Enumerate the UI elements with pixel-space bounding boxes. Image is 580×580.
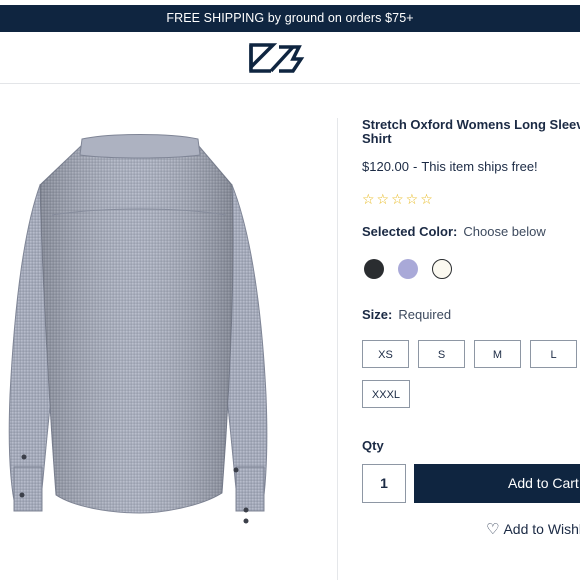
product-image-shirt-back [8, 134, 268, 524]
qty-label: Qty [362, 438, 384, 453]
shipping-note: This item ships free! [421, 159, 538, 174]
color-swatch-lavender[interactable] [398, 259, 418, 279]
size-option-l[interactable]: L [530, 340, 577, 368]
color-swatch-black[interactable] [364, 259, 384, 279]
add-to-cart-button[interactable]: Add to Cart [414, 464, 580, 503]
size-option-xxxl[interactable]: XXXL [362, 380, 410, 408]
price: $120.00 [362, 159, 409, 174]
rating-stars[interactable]: ☆☆☆☆☆ [362, 191, 435, 208]
price-line: $120.00- This item ships free! [362, 159, 538, 174]
size-required: Required [398, 307, 452, 322]
divider [337, 118, 338, 580]
qty-input[interactable]: 1 [362, 464, 406, 503]
color-swatch-white[interactable] [432, 259, 452, 279]
price-separator: - [413, 159, 418, 174]
heart-icon: ♡ [486, 521, 500, 538]
add-to-wishlist-link[interactable]: ♡Add to Wishlist [486, 520, 580, 538]
wishlist-label: Add to Wishlist [503, 521, 580, 537]
selected-color-label: Selected Color: [362, 224, 458, 239]
product-title: Stretch Oxford Womens Long Sleeve Shirt [362, 117, 580, 146]
size-option-s[interactable]: S [418, 340, 465, 368]
brand-logo[interactable] [249, 43, 305, 73]
shipping-banner: FREE SHIPPING by ground on orders $75+ [0, 5, 580, 32]
selected-color-value: Choose below [463, 224, 546, 239]
size-label: Size: [362, 307, 393, 322]
selected-color-row: Selected Color: Choose below [362, 224, 546, 239]
size-row: Size: Required [362, 307, 451, 322]
size-option-xs[interactable]: XS [362, 340, 409, 368]
size-option-m[interactable]: M [474, 340, 521, 368]
